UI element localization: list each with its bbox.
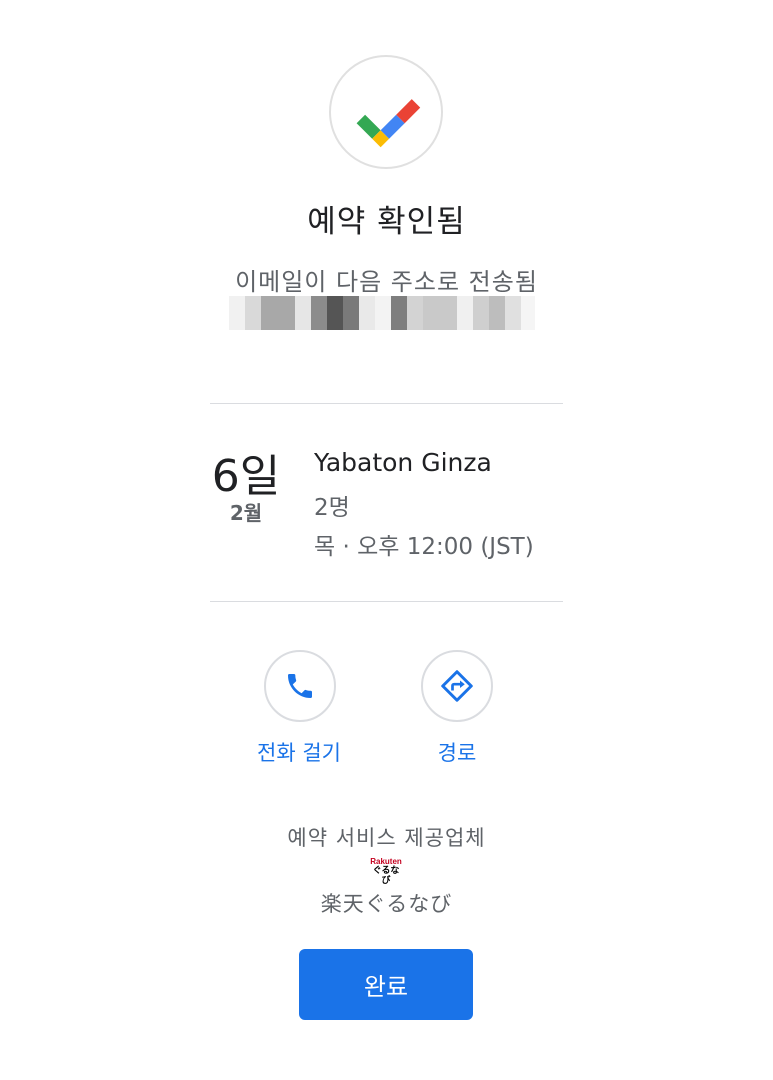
reservation-day: 6일	[211, 451, 281, 502]
provider-label: 예약 서비스 제공업체	[287, 826, 486, 850]
call-label[interactable]: 전화 걸기	[219, 737, 379, 767]
directions-icon	[441, 670, 473, 702]
reservation-time: 목 · 오후 12:00 (JST)	[314, 534, 534, 560]
restaurant-name: Yabaton Ginza	[314, 448, 492, 477]
provider-name: 楽天ぐるなび	[320, 892, 453, 916]
google-checkmark-icon	[356, 99, 421, 148]
divider-top	[210, 403, 563, 404]
reservation-month: 2월	[229, 501, 263, 525]
provider-logo-line1: Rakuten	[370, 857, 402, 866]
call-button[interactable]	[264, 650, 336, 722]
phone-icon	[288, 674, 312, 698]
provider-logo-line2: ぐるなび	[372, 866, 400, 886]
directions-button[interactable]	[421, 650, 493, 722]
party-size: 2명	[314, 495, 350, 521]
directions-label[interactable]: 경로	[377, 737, 537, 767]
divider-bottom	[210, 601, 563, 602]
confirmation-badge	[329, 55, 443, 169]
redacted-email	[229, 296, 541, 330]
page-title: 예약 확인됨	[307, 204, 466, 240]
provider-logo: Rakuten ぐるなび	[369, 857, 403, 886]
done-button[interactable]: 완료	[299, 949, 473, 1020]
email-sent-notice: 이메일이 다음 주소로 전송됨	[235, 268, 538, 296]
